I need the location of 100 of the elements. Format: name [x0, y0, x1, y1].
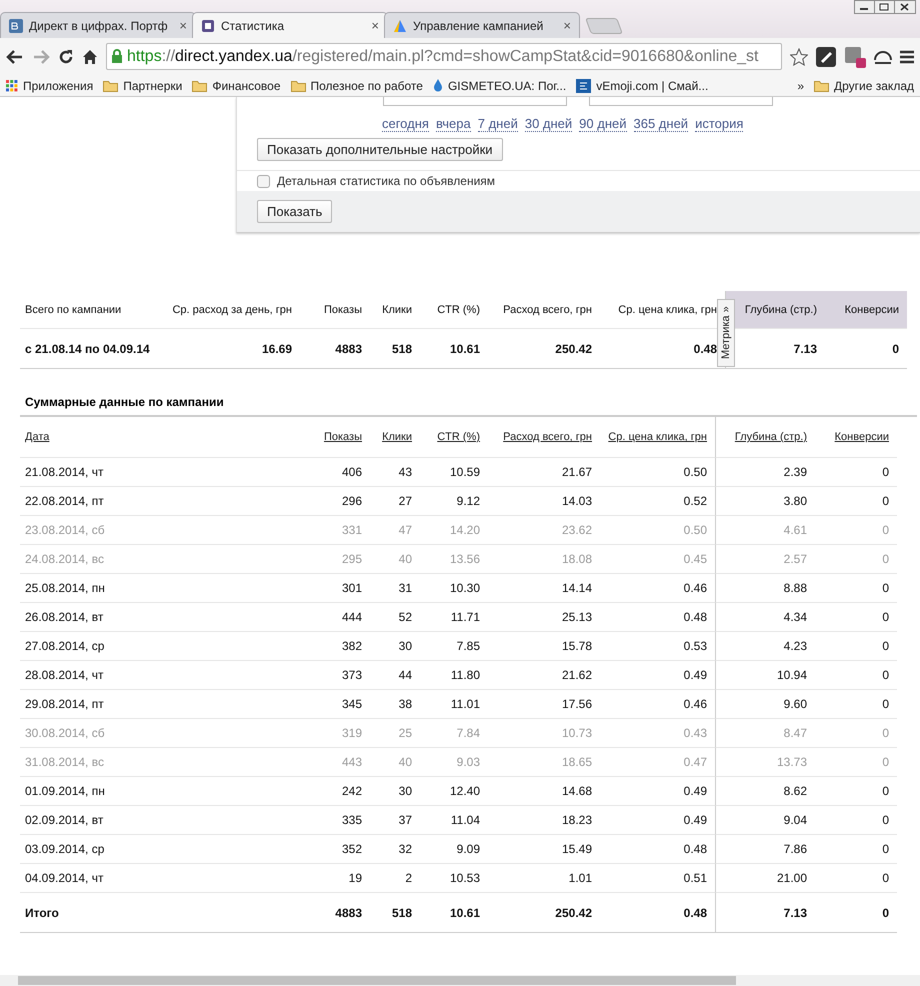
reload-icon[interactable]: [58, 48, 74, 64]
table-cell: 0.48: [600, 603, 715, 632]
table-cell: 0.49: [600, 661, 715, 690]
period-link[interactable]: 90 дней: [579, 116, 626, 132]
period-link[interactable]: история: [695, 116, 744, 132]
extension-icon[interactable]: [816, 46, 836, 66]
column-header-link[interactable]: Дата: [25, 431, 50, 443]
table-cell: 25: [370, 719, 420, 748]
extra-settings-button[interactable]: Показать дополнительные настройки: [257, 138, 503, 161]
table-cell: 4.34: [715, 603, 815, 632]
browser-tab[interactable]: Директ в цифрах. Портф ×: [0, 12, 196, 38]
bookmark-item[interactable]: Партнерки: [103, 78, 182, 92]
table-cell: 0.52: [600, 487, 715, 516]
bookmark-item[interactable]: Полезное по работе: [290, 78, 423, 92]
date-field[interactable]: [589, 97, 773, 106]
table-cell: 16.69: [170, 329, 300, 369]
table-cell: 44: [370, 661, 420, 690]
table-cell: 4.23: [715, 632, 815, 661]
bookmark-item[interactable]: vEmoji.com | Смай...: [576, 78, 708, 92]
table-cell: 30: [370, 777, 420, 806]
table-cell: 0: [815, 487, 897, 516]
bookmark-item[interactable]: Финансовое: [192, 78, 281, 92]
table-cell: 10.61: [420, 329, 488, 369]
table-cell: 32: [370, 835, 420, 864]
period-link[interactable]: 30 дней: [524, 116, 572, 132]
checkbox[interactable]: [257, 174, 270, 188]
table-cell: 27: [370, 487, 420, 516]
table-cell: 0: [815, 777, 897, 806]
table-title: Суммарные данные по кампании: [20, 395, 917, 417]
column-header-link[interactable]: Конверсии: [834, 431, 889, 443]
table-cell: 38: [370, 690, 420, 719]
total-cell: Итого: [20, 893, 300, 933]
table-cell: 10.53: [420, 864, 488, 893]
back-icon[interactable]: [6, 48, 24, 64]
table-cell: 18.08: [488, 545, 600, 574]
table-cell: 04.09.2014, чт: [20, 864, 300, 893]
table-cell: 444: [300, 603, 370, 632]
column-header-link[interactable]: CTR (%): [437, 431, 480, 443]
table-cell: 01.09.2014, пн: [20, 777, 300, 806]
table-cell: 382: [300, 632, 370, 661]
table-cell: 11.01: [420, 690, 488, 719]
menu-icon[interactable]: [900, 50, 914, 64]
table-cell: 335: [300, 806, 370, 835]
table-cell: 319: [300, 719, 370, 748]
table-cell: 18.65: [488, 748, 600, 777]
table-cell: 29.08.2014, пт: [20, 690, 300, 719]
table-cell: 9.03: [420, 748, 488, 777]
date-field[interactable]: [383, 97, 567, 106]
vk-icon: [9, 18, 23, 32]
bookmark-item[interactable]: GISMETEO.UA: Пог...: [432, 78, 566, 92]
total-cell: 518: [370, 893, 420, 933]
column-header-link[interactable]: Глубина (стр.): [734, 431, 807, 443]
table-cell: 10.73: [488, 719, 600, 748]
browser-tab[interactable]: Управление кампанией ×: [384, 12, 580, 38]
table-cell: 23.62: [488, 516, 600, 545]
window-controls-icon[interactable]: [854, 0, 916, 15]
total-cell: 7.13: [715, 893, 815, 933]
table-cell: 43: [370, 458, 420, 487]
table-cell: 47: [370, 516, 420, 545]
table-cell: 0.49: [600, 806, 715, 835]
browser-tab[interactable]: Статистика ×: [192, 12, 388, 38]
table-cell: 21.08.2014, чт: [20, 458, 300, 487]
column-header: Всего по кампании: [20, 291, 170, 329]
folder-icon: [103, 80, 118, 92]
table-cell: 11.04: [420, 806, 488, 835]
home-icon[interactable]: [82, 48, 98, 64]
horizontal-scrollbar[interactable]: [0, 975, 920, 986]
table-cell: 21.67: [488, 458, 600, 487]
column-header-link[interactable]: Ср. цена клика, грн: [608, 431, 707, 443]
table-cell: 0: [825, 329, 907, 369]
star-icon[interactable]: [790, 48, 808, 66]
column-header-link[interactable]: Расход всего, грн: [503, 431, 592, 443]
address-bar[interactable]: https://direct.yandex.ua/registered/main.pl?cmd=showCampStat&cid=9016680&online_st: [106, 43, 782, 70]
table-cell: 24.08.2014, вс: [20, 545, 300, 574]
table-cell: 21.62: [488, 661, 600, 690]
table-cell: 0: [815, 516, 897, 545]
folder-icon: [290, 80, 306, 92]
bookmark-item[interactable]: Приложения: [6, 78, 94, 92]
column-header: CTR (%): [420, 291, 488, 329]
bookmark-item[interactable]: Другие заклад: [814, 78, 914, 92]
table-cell: 31.08.2014, вс: [20, 748, 300, 777]
period-link[interactable]: 365 дней: [634, 116, 688, 132]
total-cell: 10.61: [420, 893, 488, 933]
table-cell: 14.14: [488, 574, 600, 603]
period-link[interactable]: сегодня: [382, 116, 429, 132]
period-link[interactable]: 7 дней: [478, 116, 518, 132]
period-link[interactable]: вчера: [436, 116, 471, 132]
column-header-link[interactable]: Клики: [382, 431, 412, 443]
table-cell: 25.13: [488, 603, 600, 632]
table-cell: 12.40: [420, 777, 488, 806]
show-button[interactable]: Показать: [257, 200, 332, 223]
table-cell: 0: [815, 748, 897, 777]
column-header-link[interactable]: Показы: [324, 431, 362, 443]
document-icon: [201, 18, 215, 32]
more-bookmarks-button[interactable]: »: [797, 78, 804, 92]
scrollbar-thumb[interactable]: [18, 976, 736, 985]
apps-grid-icon: [6, 80, 18, 92]
table-cell: 14.03: [488, 487, 600, 516]
table-cell: 28.08.2014, чт: [20, 661, 300, 690]
table-cell: 0: [815, 719, 897, 748]
